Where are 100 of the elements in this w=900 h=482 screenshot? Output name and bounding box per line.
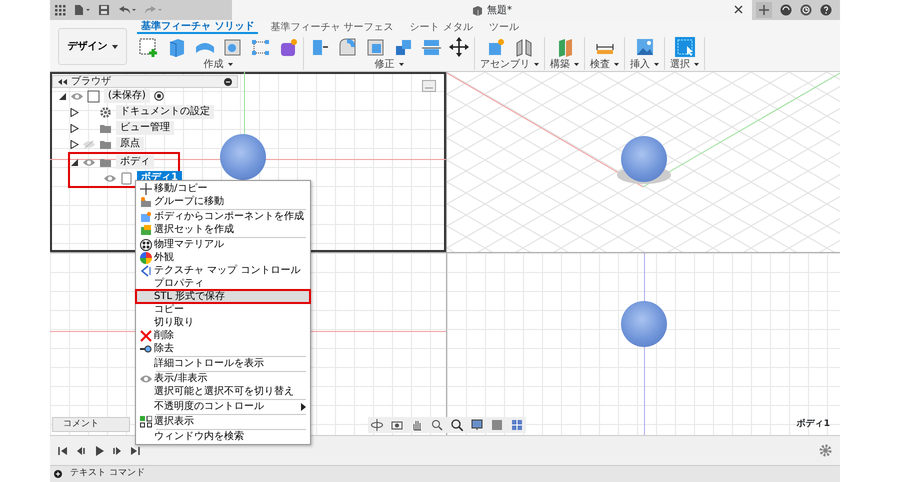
tree-item[interactable]: 原点 — [116, 137, 144, 151]
help-icon[interactable] — [820, 4, 832, 16]
menu-item[interactable]: 不透明度のコントロール — [136, 400, 310, 413]
image-icon[interactable] — [634, 37, 654, 57]
component-icon — [87, 90, 100, 102]
close-icon[interactable] — [734, 5, 743, 14]
caret-icon — [112, 44, 118, 48]
orbit-icon[interactable] — [371, 419, 383, 431]
step-forward-icon[interactable] — [112, 446, 122, 456]
settings-icon[interactable] — [819, 444, 832, 457]
points-icon[interactable] — [250, 37, 270, 57]
skip-end-icon[interactable] — [130, 446, 140, 456]
clock-icon[interactable] — [800, 4, 812, 16]
expanded-arrow-icon[interactable] — [58, 92, 67, 100]
text-command-label: テキスト コマンド — [70, 467, 145, 480]
menu-item[interactable]: 物理マテリアル — [136, 238, 310, 251]
material-sphere-icon — [140, 238, 152, 250]
sphere-drawing — [621, 301, 667, 347]
fillet-icon[interactable] — [337, 37, 357, 57]
menu-item[interactable]: 選択セットを作成 — [136, 223, 310, 236]
step-back-icon[interactable] — [76, 446, 86, 456]
hole-block-icon[interactable] — [222, 37, 242, 57]
apps-grid-icon[interactable] — [54, 4, 66, 16]
expand-icon[interactable] — [54, 470, 62, 478]
play-icon[interactable] — [94, 446, 104, 456]
combine-icon[interactable] — [393, 37, 413, 57]
tree-item[interactable]: (未保存) — [104, 89, 150, 103]
collapsed-arrow-icon[interactable] — [70, 124, 79, 132]
cube-icon — [472, 4, 483, 16]
color-wheel-icon — [140, 252, 152, 264]
caret-icon — [228, 63, 232, 66]
folder-icon — [140, 196, 152, 208]
zoom-window-icon[interactable] — [451, 419, 463, 431]
collapsed-arrow-icon[interactable] — [70, 108, 79, 116]
skip-start-icon[interactable] — [58, 446, 68, 456]
menu-item[interactable]: ウィンドウ内を検索 — [136, 430, 310, 443]
save-icon[interactable] — [98, 4, 110, 16]
menu-item[interactable]: ボディからコンポーネントを作成 — [136, 210, 310, 223]
submenu-arrow-icon — [301, 402, 306, 410]
add-tab-icon[interactable] — [756, 2, 772, 18]
eye-icon[interactable] — [104, 174, 116, 182]
menu-item[interactable]: 除去 — [136, 342, 310, 355]
menu-item[interactable]: 詳細コントロールを表示 — [136, 357, 310, 370]
look-at-icon[interactable] — [391, 419, 403, 431]
selection-set-icon — [140, 224, 152, 236]
collapsed-arrow-icon[interactable] — [70, 140, 79, 148]
ribbon-tab[interactable]: 基準フィーチャ サーフェス — [266, 20, 398, 34]
minimize-icon[interactable] — [224, 78, 232, 86]
joint-icon[interactable] — [514, 37, 534, 57]
ribbon-tab[interactable]: ツール — [484, 20, 523, 34]
menu-item[interactable]: 移動/コピー — [136, 182, 310, 195]
group-dropdown[interactable]: アセンブリ — [480, 59, 539, 70]
menu-item[interactable]: コピー — [136, 303, 310, 316]
eye-icon[interactable] — [83, 158, 95, 166]
eye-icon[interactable] — [71, 92, 83, 100]
tree-item[interactable]: ビュー管理 — [116, 121, 174, 135]
grid-display-icon[interactable] — [491, 419, 503, 431]
gear-icon — [99, 106, 112, 118]
group-dropdown[interactable]: 検査 — [590, 59, 619, 70]
undo-icon[interactable] — [118, 4, 136, 16]
activate-radio-icon[interactable] — [154, 91, 164, 101]
sparkle-cube-icon[interactable] — [278, 37, 298, 57]
tree-item[interactable]: ボディ — [116, 155, 154, 169]
group-dropdown[interactable]: 構築 — [550, 59, 579, 70]
shell-icon[interactable] — [365, 37, 385, 57]
menu-item[interactable]: 削除 — [136, 329, 310, 342]
workspace-dropdown[interactable]: デザイン — [58, 28, 127, 65]
move-icon[interactable] — [449, 37, 469, 57]
split-body-icon[interactable] — [421, 37, 441, 57]
group-dropdown[interactable]: 選択 — [670, 59, 699, 70]
select-icon[interactable] — [674, 37, 694, 57]
menu-item[interactable]: STL 形式で保存 — [136, 290, 310, 303]
sketch-plus-icon[interactable] — [138, 37, 158, 57]
delete-icon — [140, 330, 152, 342]
group-dropdown[interactable]: 挿入 — [630, 59, 659, 70]
tree-item[interactable]: ドキュメントの設定 — [116, 105, 214, 119]
display-icon[interactable] — [471, 419, 483, 431]
hand-pan-icon[interactable] — [411, 419, 423, 431]
sphere-drawing — [220, 134, 266, 180]
menu-item[interactable]: グループに移動 — [136, 195, 310, 208]
comments-panel[interactable]: コメント — [52, 417, 130, 432]
menu-item[interactable]: 選択表示 — [136, 415, 310, 428]
viewports-icon[interactable] — [511, 419, 523, 431]
group-dropdown[interactable]: 作成 — [204, 59, 232, 70]
menu-item[interactable]: 表示/非表示 — [136, 372, 310, 385]
collapse-icon[interactable] — [58, 78, 67, 84]
expanded-arrow-icon[interactable] — [70, 158, 79, 166]
menu-item[interactable]: プロパティ — [136, 277, 310, 290]
refresh-icon[interactable] — [780, 4, 792, 16]
group-dropdown[interactable]: 修正 — [374, 59, 404, 70]
ribbon-tab[interactable]: シート メタル — [406, 20, 477, 34]
menu-item[interactable]: 切り取り — [136, 316, 310, 329]
menu-item[interactable]: 選択可能と選択不可を切り替え — [136, 385, 310, 398]
menu-item[interactable]: 外観 — [136, 251, 310, 264]
menu-item[interactable]: テクスチャ マップ コントロール — [136, 264, 310, 277]
caret-icon — [574, 63, 579, 66]
zoom-icon[interactable] — [431, 419, 443, 431]
document-tab-title[interactable]: 無題* — [487, 2, 512, 18]
ribbon-tab[interactable]: 基準フィーチャ ソリッド — [137, 20, 258, 34]
file-icon[interactable] — [74, 4, 90, 16]
